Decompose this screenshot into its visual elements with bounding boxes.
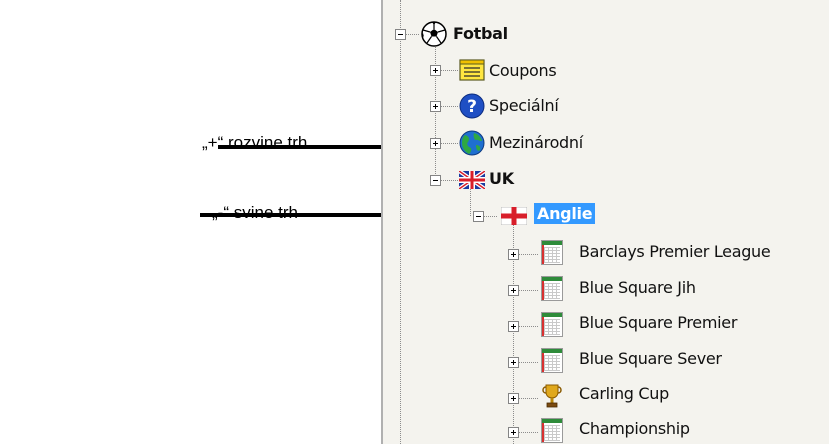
question-icon: ? (459, 93, 485, 119)
tree-item-mezinarodni[interactable]: Mezinárodní (489, 133, 583, 152)
tree-item-league[interactable]: Blue Square Sever (579, 349, 722, 368)
tree-connector (518, 432, 538, 433)
tree-guide-root (400, 0, 401, 444)
tree-connector (518, 290, 538, 291)
expand-toggle-league[interactable] (508, 357, 519, 368)
league-table-icon (541, 312, 563, 337)
tree-item-specialni[interactable]: Speciální (489, 96, 559, 115)
trophy-icon (542, 384, 562, 408)
tree-connector (518, 254, 538, 255)
tree-connector (518, 362, 538, 363)
expand-toggle-league[interactable] (508, 427, 519, 438)
tree-connector (405, 34, 419, 35)
expand-toggle-mezinarodni[interactable] (430, 138, 441, 149)
expand-toggle-league[interactable] (508, 393, 519, 404)
collapse-toggle-anglie[interactable] (473, 211, 484, 222)
tree-item-fotbal[interactable]: Fotbal (453, 24, 508, 43)
globe-icon (459, 130, 485, 156)
tree-item-league[interactable]: Blue Square Jih (579, 278, 696, 297)
tree-guide-level1 (435, 42, 436, 184)
tree-connector (440, 143, 458, 144)
coupon-icon (459, 59, 485, 81)
collapse-toggle-uk[interactable] (430, 175, 441, 186)
expand-toggle-league[interactable] (508, 321, 519, 332)
tree-view-panel[interactable]: Fotbal Coupons ? Speciální Mezinárodní U… (381, 0, 829, 444)
tree-connector (440, 70, 458, 71)
tree-item-league[interactable]: Carling Cup (579, 384, 669, 403)
expand-toggle-league[interactable] (508, 285, 519, 296)
tree-item-league[interactable]: Championship (579, 419, 690, 438)
tree-guide-uk (470, 186, 471, 216)
tree-item-uk[interactable]: UK (489, 169, 514, 188)
tree-item-league[interactable]: Barclays Premier League (579, 242, 771, 261)
collapse-toggle-fotbal[interactable] (395, 29, 406, 40)
tree-item-anglie[interactable]: Anglie (534, 203, 596, 224)
league-table-icon (541, 240, 563, 265)
soccer-ball-icon (421, 21, 447, 47)
expand-toggle-specialni[interactable] (430, 101, 441, 112)
tree-connector (440, 106, 458, 107)
tree-connector (440, 180, 458, 181)
expand-toggle-league[interactable] (508, 249, 519, 260)
tree-item-league[interactable]: Blue Square Premier (579, 313, 737, 332)
svg-text:?: ? (467, 97, 477, 117)
uk-flag-icon (459, 171, 485, 189)
league-table-icon (541, 276, 563, 301)
league-table-icon (541, 418, 563, 443)
expand-toggle-coupons[interactable] (430, 65, 441, 76)
england-flag-icon (501, 207, 527, 225)
tree-connector (518, 326, 538, 327)
tree-item-coupons[interactable]: Coupons (489, 61, 557, 80)
expand-note-text: „+“ rozvine trh (202, 133, 308, 152)
tree-connector (518, 398, 538, 399)
league-table-icon (541, 348, 563, 373)
